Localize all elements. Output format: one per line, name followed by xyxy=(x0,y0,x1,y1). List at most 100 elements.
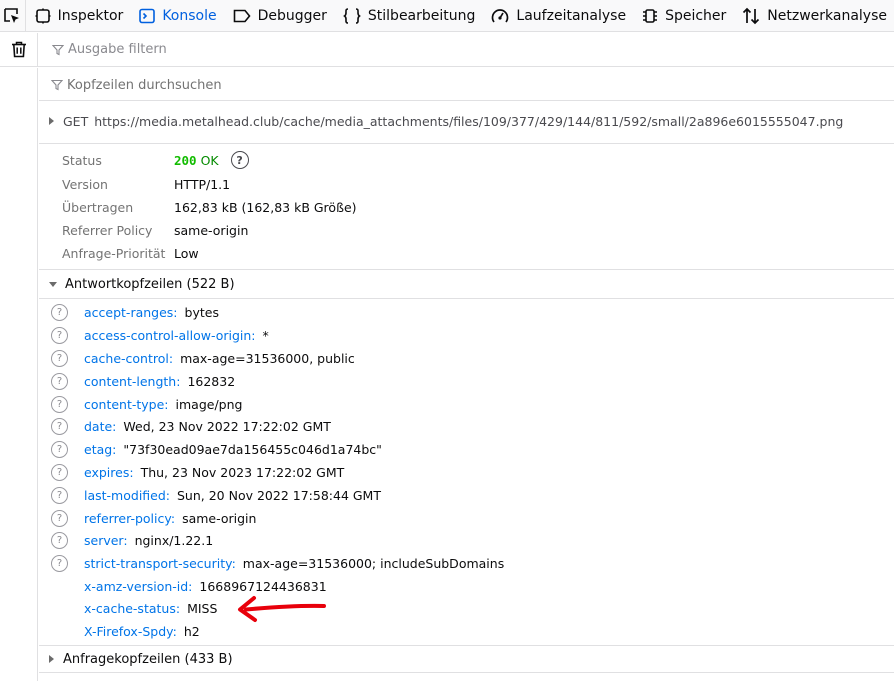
summary-value: same-origin xyxy=(174,222,249,238)
header-row: ? access-control-allow-origin: * xyxy=(51,324,269,346)
header-value: Sun, 20 Nov 2022 17:58:44 GMT xyxy=(177,487,381,503)
help-icon[interactable]: ? xyxy=(51,349,68,367)
summary-label: Status xyxy=(62,152,102,168)
header-row: ? expires: Thu, 23 Nov 2023 17:22:02 GMT xyxy=(51,461,344,483)
header-name: last-modified: xyxy=(84,487,170,503)
annotation-arrow-icon xyxy=(238,596,326,622)
summary-label: Übertragen xyxy=(62,199,134,215)
tab-label: Inspektor xyxy=(57,7,124,24)
expand-arrow-icon xyxy=(49,655,54,663)
header-row: ? accept-ranges: bytes xyxy=(51,301,219,323)
request-headers-toggle[interactable]: Anfragekopfzeilen (433 B) xyxy=(39,645,894,673)
tab-label: Stilbearbeitung xyxy=(367,7,476,24)
header-row: ? server: nginx/1.22.1 xyxy=(51,529,213,551)
header-value: nginx/1.22.1 xyxy=(134,532,214,548)
performance-icon xyxy=(492,8,509,23)
header-row: ? content-length: 162832 xyxy=(51,370,235,392)
request-line[interactable]: GET https://media.metalhead.club/cache/m… xyxy=(39,106,894,136)
header-row: ? cache-control: max-age=31536000, publi… xyxy=(51,347,355,369)
summary-value: HTTP/1.1 xyxy=(174,176,231,192)
console-filter-bar: Ausgabe filtern xyxy=(0,32,894,67)
help-icon[interactable]: ? xyxy=(51,486,68,504)
help-icon[interactable]: ? xyxy=(51,395,68,413)
help-icon[interactable]: ? xyxy=(51,509,68,527)
status-help-icon[interactable]: ? xyxy=(230,151,249,169)
tab-debugger[interactable]: Debugger xyxy=(224,0,334,32)
header-name: X-Firefox-Spdy: xyxy=(84,623,177,639)
status-code: 200 xyxy=(174,152,197,168)
header-name: etag: xyxy=(84,441,117,457)
tab-inspektor[interactable]: Inspektor xyxy=(26,0,131,32)
summary-value: Low xyxy=(174,245,199,261)
expand-arrow-icon xyxy=(49,117,54,125)
tab-label: Konsole xyxy=(162,7,217,24)
header-row: ? strict-transport-security: max-age=315… xyxy=(51,552,504,574)
header-row: ? etag: "73f30ead09ae7da156455c046d1a74b… xyxy=(51,438,382,460)
header-value: * xyxy=(262,327,269,343)
header-name: content-type: xyxy=(84,396,169,412)
clear-console-button[interactable] xyxy=(0,32,38,67)
header-value: Thu, 23 Nov 2023 17:22:02 GMT xyxy=(140,464,345,480)
header-name: cache-control: xyxy=(84,350,174,366)
header-value: "73f30ead09ae7da156455c046d1a74bc" xyxy=(123,441,382,457)
tab-laufzeitanalyse[interactable]: Laufzeitanalyse xyxy=(482,0,633,32)
collapse-arrow-icon xyxy=(49,282,57,287)
tab-label: Debugger xyxy=(257,7,327,24)
devtools-toolbar: Inspektor Konsole Debugger Stilbearbeitu… xyxy=(0,0,894,32)
help-icon[interactable]: ? xyxy=(51,303,68,321)
header-name: expires: xyxy=(84,464,134,480)
debugger-icon xyxy=(233,9,251,22)
header-value: h2 xyxy=(183,623,200,639)
console-filter-input[interactable]: Ausgabe filtern xyxy=(38,42,167,57)
header-row: X-Firefox-Spdy: h2 xyxy=(51,620,200,642)
filter-icon xyxy=(51,79,63,91)
summary-row-status: Status 200 OK ? xyxy=(62,150,249,170)
header-name: accept-ranges: xyxy=(84,304,178,320)
help-icon[interactable]: ? xyxy=(51,372,68,390)
headers-search-input[interactable]: Kopfzeilen durchsuchen xyxy=(39,70,894,101)
filter-icon xyxy=(52,44,64,55)
tab-label: Netzwerkanalyse xyxy=(767,7,887,24)
help-icon[interactable]: ? xyxy=(51,463,68,481)
header-value: 162832 xyxy=(187,373,236,389)
request-summary: Status 200 OK ? Version HTTP/1.1 Übertra… xyxy=(39,143,894,270)
console-gutter xyxy=(0,68,38,681)
header-name: content-length: xyxy=(84,373,181,389)
summary-row-referrer-policy: Referrer Policy same-origin xyxy=(62,220,248,240)
header-value: MISS xyxy=(187,600,218,616)
style-editor-icon xyxy=(342,7,361,24)
header-value: bytes xyxy=(184,304,219,320)
header-row: x-cache-status: MISS xyxy=(51,597,217,619)
response-headers-toggle[interactable]: Antwortkopfzeilen (522 B) xyxy=(39,271,894,299)
header-name: access-control-allow-origin: xyxy=(84,327,256,343)
header-name: x-cache-status: xyxy=(84,600,181,616)
filter-placeholder: Ausgabe filtern xyxy=(68,42,167,57)
help-icon[interactable]: ? xyxy=(51,554,68,572)
help-icon[interactable]: ? xyxy=(51,531,68,549)
help-icon[interactable]: ? xyxy=(51,417,68,435)
help-icon[interactable]: ? xyxy=(51,440,68,458)
header-name: x-amz-version-id: xyxy=(84,578,193,594)
header-row: ? last-modified: Sun, 20 Nov 2022 17:58:… xyxy=(51,484,381,506)
tab-netzwerkanalyse[interactable]: Netzwerkanalyse xyxy=(733,0,894,32)
status-text: OK xyxy=(200,152,219,168)
help-icon[interactable]: ? xyxy=(51,326,68,344)
header-value: max-age=31536000, public xyxy=(180,350,355,366)
header-value: max-age=31536000; includeSubDomains xyxy=(242,555,505,571)
header-name: strict-transport-security: xyxy=(84,555,236,571)
summary-value: 162,83 kB (162,83 kB Größe) xyxy=(174,199,357,215)
summary-label: Referrer Policy xyxy=(62,222,153,238)
header-row: ? date: Wed, 23 Nov 2022 17:22:02 GMT xyxy=(51,415,331,437)
header-value: Wed, 23 Nov 2022 17:22:02 GMT xyxy=(123,418,331,434)
summary-row-transferred: Übertragen 162,83 kB (162,83 kB Größe) xyxy=(62,197,357,217)
tab-stilbearbeitung[interactable]: Stilbearbeitung xyxy=(334,0,483,32)
header-row: ? referrer-policy: same-origin xyxy=(51,507,256,529)
request-url: https://media.metalhead.club/cache/media… xyxy=(94,113,844,129)
headers-panel: Kopfzeilen durchsuchen GET https://media… xyxy=(39,68,894,681)
tab-konsole[interactable]: Konsole xyxy=(130,0,223,32)
element-picker-button[interactable] xyxy=(0,0,26,32)
headers-search-placeholder: Kopfzeilen durchsuchen xyxy=(67,77,222,93)
header-value: same-origin xyxy=(182,510,257,526)
tab-speicher[interactable]: Speicher xyxy=(633,0,733,32)
tab-label: Laufzeitanalyse xyxy=(516,7,627,24)
